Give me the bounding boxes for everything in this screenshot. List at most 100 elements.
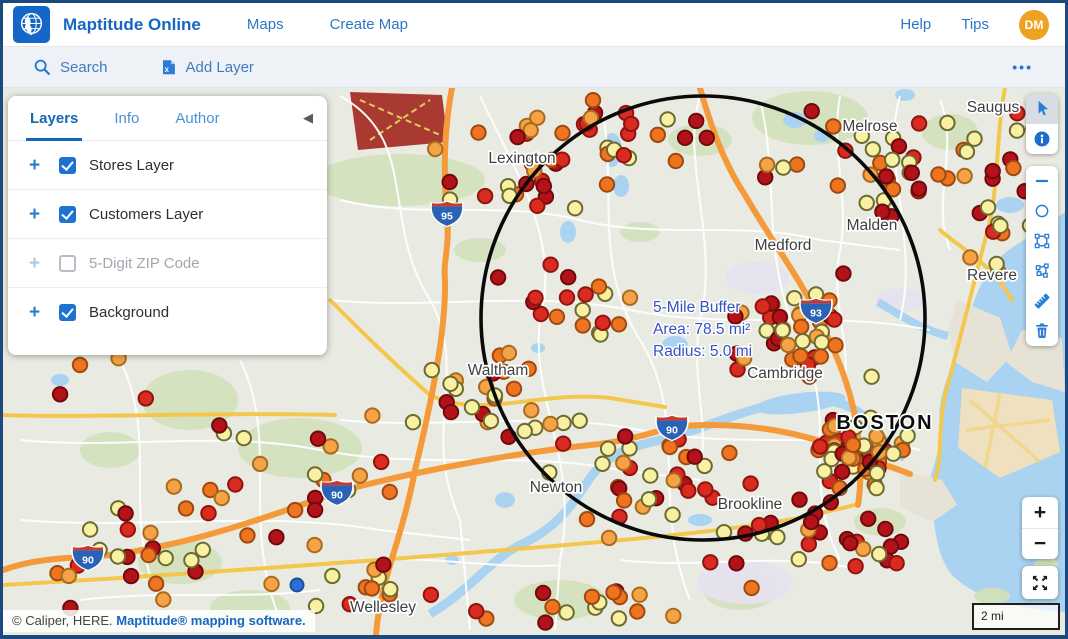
trash-tool-button[interactable]: [1026, 316, 1058, 346]
customer-dot[interactable]: [576, 303, 590, 317]
zoom-out-button[interactable]: −: [1022, 528, 1058, 559]
customer-dot[interactable]: [308, 503, 322, 517]
customer-dot[interactable]: [556, 437, 570, 451]
customer-dot[interactable]: [167, 479, 181, 493]
customer-dot[interactable]: [642, 492, 656, 506]
customer-dot[interactable]: [905, 166, 919, 180]
customer-dot[interactable]: [794, 320, 808, 334]
customer-dot[interactable]: [870, 466, 884, 480]
customer-dot[interactable]: [912, 116, 926, 130]
customer-dot[interactable]: [530, 199, 544, 213]
customer-dot[interactable]: [957, 169, 971, 183]
customer-dot[interactable]: [491, 270, 505, 284]
customer-dot[interactable]: [879, 169, 893, 183]
customer-dot[interactable]: [813, 439, 827, 453]
customer-dot[interactable]: [666, 609, 680, 623]
attribution-brand-link[interactable]: Maptitude® mapping software.: [116, 613, 305, 628]
customer-dot[interactable]: [729, 556, 743, 570]
customer-dot[interactable]: [240, 528, 254, 542]
customer-dot[interactable]: [543, 258, 557, 272]
customer-dot[interactable]: [253, 457, 267, 471]
customer-dot[interactable]: [444, 405, 458, 419]
customer-dot[interactable]: [365, 581, 379, 595]
customer-dot[interactable]: [578, 287, 592, 301]
customer-dot[interactable]: [376, 558, 390, 572]
customer-dot[interactable]: [805, 104, 819, 118]
customer-dot[interactable]: [469, 604, 483, 618]
customer-dot[interactable]: [149, 577, 163, 591]
customer-dot[interactable]: [428, 142, 442, 156]
customer-dot[interactable]: [743, 476, 757, 490]
polygon-select-tool-button[interactable]: [1026, 256, 1058, 286]
customer-dot[interactable]: [1010, 123, 1024, 137]
customer-dot[interactable]: [781, 338, 795, 352]
user-avatar[interactable]: DM: [1019, 10, 1049, 40]
customer-dot[interactable]: [471, 125, 485, 139]
customer-dot[interactable]: [325, 569, 339, 583]
customer-dot[interactable]: [559, 605, 573, 619]
customer-dot[interactable]: [885, 153, 899, 167]
customer-dot[interactable]: [73, 358, 87, 372]
customer-dot[interactable]: [406, 415, 420, 429]
customer-dot[interactable]: [568, 201, 582, 215]
customer-dot[interactable]: [528, 291, 542, 305]
customer-dot[interactable]: [623, 291, 637, 305]
customer-dot[interactable]: [776, 160, 790, 174]
layer-checkbox-customers-layer[interactable]: [59, 206, 76, 223]
customer-dot[interactable]: [353, 469, 367, 483]
customer-dot[interactable]: [892, 139, 906, 153]
info-tool-button[interactable]: [1026, 124, 1058, 154]
customer-dot[interactable]: [600, 177, 614, 191]
customer-dot[interactable]: [269, 530, 283, 544]
customer-dot[interactable]: [524, 403, 538, 417]
customer-dot[interactable]: [573, 414, 587, 428]
customer-dot[interactable]: [443, 175, 457, 189]
customer-dot[interactable]: [555, 153, 569, 167]
expand-layer-icon[interactable]: +: [29, 205, 51, 224]
tab-info[interactable]: Info: [114, 96, 139, 141]
customer-dot[interactable]: [538, 615, 552, 629]
maptitude-logo-icon[interactable]: [13, 6, 50, 43]
pointer-tool-button[interactable]: [1026, 94, 1058, 124]
customer-dot[interactable]: [773, 310, 787, 324]
customer-dot[interactable]: [815, 335, 829, 349]
customer-dot[interactable]: [560, 290, 574, 304]
customer-dot[interactable]: [580, 512, 594, 526]
customer-dot[interactable]: [814, 349, 828, 363]
customer-dot[interactable]: [124, 569, 138, 583]
add-layer-button[interactable]: x Add Layer: [160, 59, 254, 76]
tab-layers[interactable]: Layers: [30, 96, 78, 141]
customer-dot[interactable]: [869, 481, 883, 495]
customer-dot[interactable]: [228, 477, 242, 491]
customer-dot[interactable]: [843, 536, 857, 550]
customer-dot[interactable]: [790, 157, 804, 171]
customer-dot[interactable]: [981, 200, 995, 214]
customer-dot[interactable]: [288, 503, 302, 517]
overflow-menu-icon[interactable]: •••: [1012, 59, 1033, 75]
customer-dot[interactable]: [1006, 161, 1020, 175]
customer-dot[interactable]: [196, 543, 210, 557]
customer-dot[interactable]: [826, 119, 840, 133]
customer-dot[interactable]: [618, 429, 632, 443]
customer-dot[interactable]: [443, 377, 457, 391]
line-tool-button[interactable]: [1026, 166, 1058, 196]
customer-dot[interactable]: [665, 508, 679, 522]
customer-dot[interactable]: [722, 446, 736, 460]
customer-dot[interactable]: [775, 323, 789, 337]
collapse-panel-icon[interactable]: ◀: [303, 110, 313, 126]
zoom-in-button[interactable]: +: [1022, 497, 1058, 528]
customer-dot[interactable]: [886, 447, 900, 461]
customer-dot[interactable]: [848, 559, 862, 573]
customer-dot[interactable]: [478, 189, 492, 203]
customer-dot[interactable]: [602, 531, 616, 545]
nav-item-maps[interactable]: Maps: [247, 16, 284, 33]
customer-dot[interactable]: [510, 130, 524, 144]
customer-dot[interactable]: [967, 132, 981, 146]
customer-dot[interactable]: [612, 611, 626, 625]
customer-dot[interactable]: [425, 363, 439, 377]
customer-dot[interactable]: [630, 604, 644, 618]
customer-dot[interactable]: [311, 432, 325, 446]
customer-dot[interactable]: [537, 179, 551, 193]
expand-layer-icon[interactable]: +: [29, 254, 51, 273]
customer-dot[interactable]: [804, 515, 818, 529]
